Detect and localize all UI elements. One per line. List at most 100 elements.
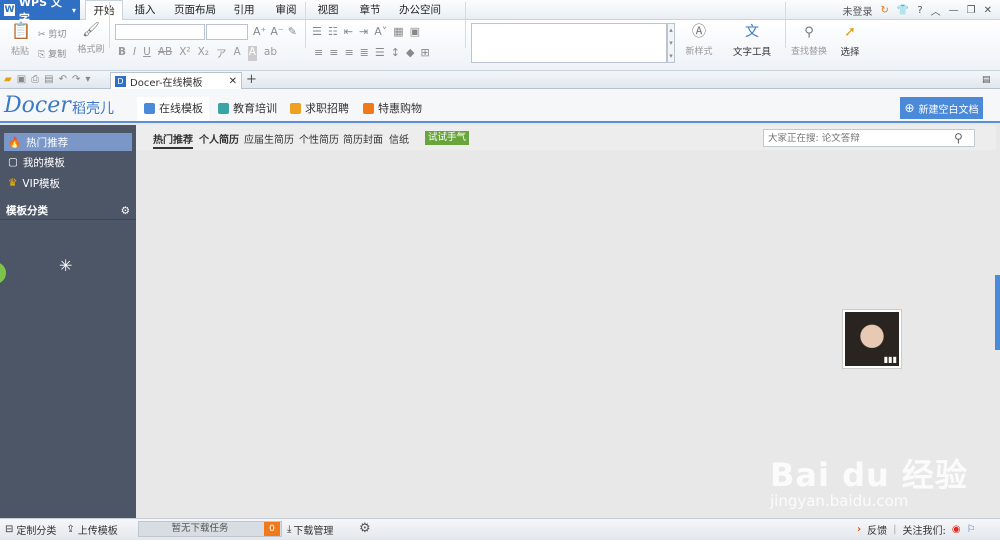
bullet-list-icon[interactable]: ☰	[312, 25, 322, 38]
subscript-icon[interactable]: X₂	[198, 46, 209, 61]
feedback-link[interactable]: 反馈	[867, 522, 887, 537]
font-name-select[interactable]	[115, 24, 205, 40]
redo-icon[interactable]: ↷	[72, 74, 80, 85]
paste-icon: 📋	[11, 21, 31, 40]
new-tab-button[interactable]: +	[246, 72, 257, 87]
cut-button[interactable]: ✂ 剪切	[38, 27, 66, 40]
docer-tab-shopping[interactable]: 特惠购物	[363, 98, 422, 118]
skin-icon[interactable]: 👕	[897, 5, 909, 16]
phonetic-icon[interactable]: ア	[216, 46, 227, 61]
save-icon[interactable]: ▣	[17, 74, 26, 85]
copy-button[interactable]: ⎘ 复制	[38, 47, 66, 60]
show-marks-icon[interactable]: ▣	[410, 25, 420, 38]
numbered-list-icon[interactable]: ☷	[328, 25, 338, 38]
qq-icon[interactable]: ⚐	[967, 524, 976, 535]
upload-template-button[interactable]: ⇪ 上传模板	[61, 522, 122, 537]
docer-logo-cn: 稻壳儿	[72, 101, 114, 117]
text-direction-icon[interactable]: A˅	[374, 25, 387, 38]
underline-icon[interactable]: U	[143, 46, 151, 61]
border-icon[interactable]: ⊞	[420, 46, 429, 59]
line-spacing-icon[interactable]: ↕	[391, 46, 400, 59]
custom-category-button[interactable]: ⊟ 定制分类	[0, 522, 61, 537]
clear-format-icon[interactable]: ✎	[288, 25, 297, 38]
justify-icon[interactable]: ≣	[360, 46, 369, 59]
floating-avatar[interactable]: ▮▮▮	[842, 309, 902, 369]
find-replace-button[interactable]: ⚲ 查找替换	[786, 26, 832, 57]
shrink-font-icon[interactable]: A⁻	[270, 25, 283, 38]
copy-label: 复制	[48, 50, 67, 60]
template-category-header[interactable]: 模板分类 ⚙	[0, 202, 136, 220]
status-right: › 反馈 | 关注我们: ◉ ⚐	[857, 522, 976, 537]
print-preview-icon[interactable]: ▤	[44, 74, 53, 85]
sidebar-item-vip[interactable]: ♛ VIP模板	[4, 174, 132, 192]
undo-icon[interactable]: ↶	[59, 74, 67, 85]
settings-gear-icon[interactable]: ⚙	[359, 521, 371, 536]
print-icon[interactable]: ⎙	[31, 74, 39, 85]
right-edge-handle[interactable]	[995, 275, 1000, 350]
search-input[interactable]	[768, 132, 954, 144]
fill-color-icon[interactable]: ◆	[406, 46, 414, 59]
customize-toolbar-icon[interactable]: ▾	[85, 74, 90, 85]
font-size-select[interactable]	[206, 24, 248, 40]
template-search: ⚲	[763, 129, 975, 147]
weibo-icon[interactable]: ◉	[952, 524, 961, 535]
align-center-icon[interactable]: ≡	[329, 46, 338, 59]
refresh-icon[interactable]: ↻	[880, 5, 888, 16]
cursor-icon: ➚	[844, 24, 856, 40]
chevron-right-icon: ›	[857, 524, 862, 535]
download-manager-button[interactable]: ⤓ 下载管理	[287, 522, 333, 537]
font-color-icon[interactable]: A	[234, 46, 241, 61]
paste-button[interactable]: 📋 粘贴	[6, 21, 34, 58]
gear-icon[interactable]: ⚙	[121, 205, 130, 217]
grow-font-icon[interactable]: A⁺	[253, 25, 266, 38]
docer-logo: Docer	[4, 93, 71, 118]
subnav-resume-cover[interactable]: 简历封面	[343, 131, 383, 146]
italic-icon[interactable]: I	[133, 46, 136, 61]
grid-icon: ⊟	[5, 524, 14, 535]
select-button[interactable]: ➚ 选择	[834, 24, 866, 58]
format-painter-button[interactable]: 🖌 格式刷	[74, 23, 108, 55]
strikethrough-icon[interactable]: AB	[158, 46, 172, 61]
binoculars-icon: ⚲	[804, 25, 814, 40]
docer-tab-label: 特惠购物	[378, 102, 422, 115]
open-folder-icon[interactable]: ▰	[4, 74, 12, 85]
close-tab-icon[interactable]: ✕	[229, 76, 241, 87]
text-tools-button[interactable]: 文 文字工具	[727, 25, 777, 58]
close-icon[interactable]: ✕	[984, 5, 992, 16]
align-right-icon[interactable]: ≡	[344, 46, 353, 59]
subnav-letter-paper[interactable]: 信纸	[389, 131, 409, 146]
sidebar-item-my-templates[interactable]: ▢ 我的模板	[4, 153, 132, 171]
new-style-icon: Ⓐ	[692, 24, 706, 40]
subnav-hot[interactable]: 热门推荐	[153, 131, 193, 149]
docer-tab-education[interactable]: 教育培训	[218, 98, 277, 118]
superscript-icon[interactable]: X²	[179, 46, 190, 61]
increase-indent-icon[interactable]: ⇥	[359, 25, 368, 38]
docer-tab-online-templates[interactable]: 在线模板	[144, 98, 203, 118]
new-style-button[interactable]: Ⓐ 新样式	[678, 24, 720, 57]
search-icon[interactable]: ⚲	[954, 131, 963, 145]
table-icon[interactable]: ▦	[393, 25, 403, 38]
align-left-icon[interactable]: ≡	[314, 46, 323, 59]
restore-icon[interactable]: ❐	[967, 5, 976, 16]
tab-docer-templates[interactable]: D Docer-在线模板 ✕	[110, 72, 242, 89]
minimize-icon[interactable]: —	[949, 5, 959, 16]
try-luck-button[interactable]: 试试手气	[425, 131, 469, 145]
docer-tab-jobs[interactable]: 求职招聘	[290, 98, 349, 118]
collapse-ribbon-icon[interactable]: ︿	[931, 3, 941, 18]
char-shading-icon[interactable]: A	[247, 46, 257, 61]
find-replace-label: 查找替换	[790, 47, 827, 57]
new-blank-doc-button[interactable]: ⊕ 新建空白文档	[900, 97, 983, 119]
login-link[interactable]: 未登录	[842, 3, 872, 18]
bold-icon[interactable]: B	[118, 46, 126, 61]
highlight-icon[interactable]: ab	[264, 46, 277, 61]
style-gallery[interactable]	[471, 23, 667, 63]
help-button[interactable]: ?	[917, 5, 922, 16]
subnav-graduate-resume[interactable]: 应届生简历	[244, 131, 294, 146]
decrease-indent-icon[interactable]: ⇤	[344, 25, 353, 38]
gallery-scroll[interactable]: ▴ ▾ ▾	[667, 23, 675, 63]
distribute-icon[interactable]: ☰	[375, 46, 385, 59]
subnav-custom-resume[interactable]: 个性简历	[299, 131, 339, 146]
tab-list-icon[interactable]: ▤	[982, 75, 991, 85]
sidebar-item-hot[interactable]: 🔥 热门推荐	[4, 133, 132, 151]
subnav-resume[interactable]: 个人简历	[199, 131, 239, 146]
